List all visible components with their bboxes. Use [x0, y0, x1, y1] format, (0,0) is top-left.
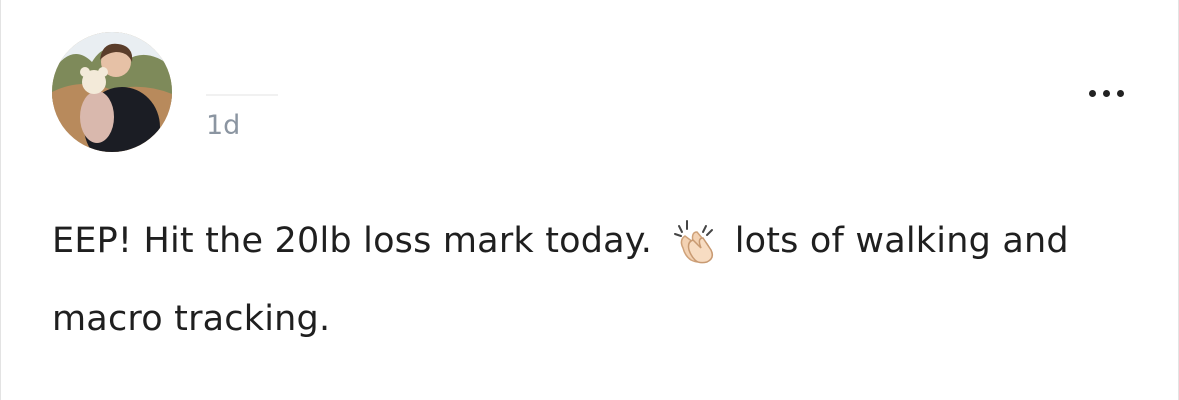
more-dot-icon — [1088, 89, 1096, 97]
clapping-hands-icon — [669, 218, 719, 286]
avatar-photo — [52, 32, 172, 152]
post-card: 1d EEP! Hit the 20lb loss mark today. lo… — [0, 0, 1179, 400]
more-dot-icon — [1116, 89, 1124, 97]
post-text-part-1: EEP! Hit the 20lb loss mark today. — [52, 221, 664, 261]
post-body: EEP! Hit the 20lb loss mark today. lots … — [52, 208, 1152, 352]
post-timestamp: 1d — [206, 110, 241, 141]
more-dot-icon — [1102, 89, 1110, 97]
username-placeholder — [206, 94, 278, 96]
more-options-button[interactable] — [1073, 76, 1139, 110]
avatar[interactable] — [52, 32, 172, 152]
